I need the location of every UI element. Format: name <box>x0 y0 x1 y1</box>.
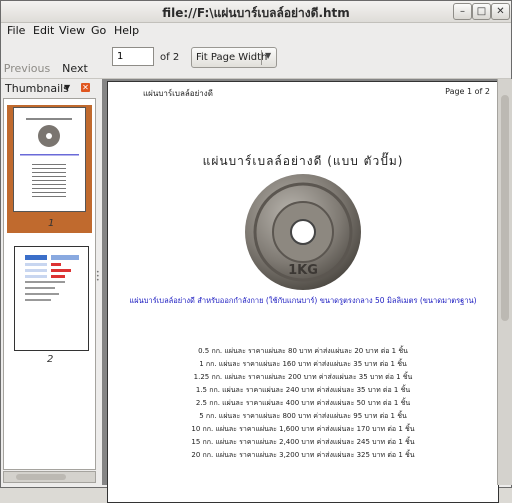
thumbnail-page-2-preview <box>25 255 79 301</box>
minimize-button[interactable]: – <box>453 3 472 20</box>
zoom-separator <box>261 50 262 65</box>
price-line: 1.5 กก. แผ่นละ ราคาแผ่นละ 240 บาท ค่าส่ง… <box>195 386 411 394</box>
price-line: 0.5 กก. แผ่นละ ราคาแผ่นละ 80 บาท ค่าส่งแ… <box>198 347 408 355</box>
price-line: 2.5 กก. แผ่นละ ราคาแผ่นละ 400 บาท ค่าส่ง… <box>195 399 411 407</box>
window-title: file://F:\แผ่นบาร์เบลล์อย่างดี.htm <box>162 6 350 20</box>
thumbnail-page-1-preview <box>20 118 79 197</box>
menu-view[interactable]: View <box>59 24 85 37</box>
chevron-down-icon[interactable]: ▼ <box>64 83 70 92</box>
previous-button[interactable]: Previous <box>2 42 52 76</box>
menu-bar: File Edit View Go Help <box>1 22 511 40</box>
sidebar-header: Thumbnails ▼ ✕ <box>1 79 96 97</box>
price-line: 1.25 กก. แผ่นละ ราคาแผ่นละ 200 บาท ค่าส่… <box>193 373 413 381</box>
page-header-number: Page 1 of 2 <box>445 87 490 96</box>
document-vertical-scrollbar[interactable] <box>497 79 512 485</box>
zoom-value: Fit Page Width <box>196 52 268 63</box>
menu-file[interactable]: File <box>7 24 25 37</box>
weight-plate-image: 1KG <box>245 174 361 290</box>
menu-go[interactable]: Go <box>91 24 106 37</box>
maximize-button[interactable]: □ <box>472 3 491 20</box>
price-line: 20 กก. แผ่นละ ราคาแผ่นละ 3,200 บาท ค่าส่… <box>191 451 415 459</box>
close-sidebar-icon[interactable]: ✕ <box>81 83 90 92</box>
sidebar-horizontal-scrollbar[interactable] <box>3 471 96 483</box>
zoom-select[interactable]: Fit Page Width ▼ <box>191 47 277 68</box>
chevron-down-icon: ▼ <box>265 51 272 60</box>
thumbnail-label-2: 2 <box>47 354 54 365</box>
thumbnail-page-1[interactable] <box>13 107 86 212</box>
document-view[interactable]: แผ่นบาร์เบลล์อย่างดี Page 1 of 2 แผ่นบาร… <box>102 79 511 503</box>
page-header-title: แผ่นบาร์เบลล์อย่างดี <box>143 89 213 98</box>
scrollbar-thumb[interactable] <box>16 474 66 480</box>
plate-weight-label: 1KG <box>288 263 318 278</box>
menu-help[interactable]: Help <box>114 24 139 37</box>
scrollbar-thumb[interactable] <box>501 95 509 321</box>
document-page: แผ่นบาร์เบลล์อย่างดี Page 1 of 2 แผ่นบาร… <box>107 81 499 503</box>
price-line: 5 กก. แผ่นละ ราคาแผ่นละ 800 บาท ค่าส่งแผ… <box>199 412 407 420</box>
document-description: แผ่นบาร์เบลล์อย่างดี สำหรับออกกำลังกาย (… <box>129 296 477 305</box>
price-line: 15 กก. แผ่นละ ราคาแผ่นละ 2,400 บาท ค่าส่… <box>191 438 415 446</box>
document-title: แผ่นบาร์เบลล์อย่างดี (แบบ ตัวปั๊ม) <box>202 154 404 168</box>
title-bar[interactable]: file://F:\แผ่นบาร์เบลล์อย่างดี.htm – □ ✕ <box>1 1 511 23</box>
page-number-input[interactable] <box>112 47 154 66</box>
price-line: 1 กก. แผ่นละ ราคาแผ่นละ 160 บาท ค่าส่งแผ… <box>199 360 407 368</box>
thumbnail-page-2[interactable] <box>14 246 89 351</box>
page-count-label: of 2 <box>160 52 180 63</box>
price-line: 10 กก. แผ่นละ ราคาแผ่นละ 1,600 บาท ค่าส่… <box>191 425 415 433</box>
previous-label: Previous <box>3 62 51 75</box>
close-window-button[interactable]: ✕ <box>491 3 510 20</box>
next-button[interactable]: Next <box>50 42 100 76</box>
thumbnails-panel: 1 2 <box>3 98 96 470</box>
evince-window: file://F:\แผ่นบาร์เบลล์อย่างดี.htm – □ ✕… <box>0 0 512 503</box>
thumbnail-label-1: 1 <box>48 218 55 229</box>
next-label: Next <box>62 62 88 75</box>
pane-resize-handle[interactable]: • • • <box>96 270 101 287</box>
menu-edit[interactable]: Edit <box>33 24 54 37</box>
sidebar-title[interactable]: Thumbnails <box>5 82 69 95</box>
